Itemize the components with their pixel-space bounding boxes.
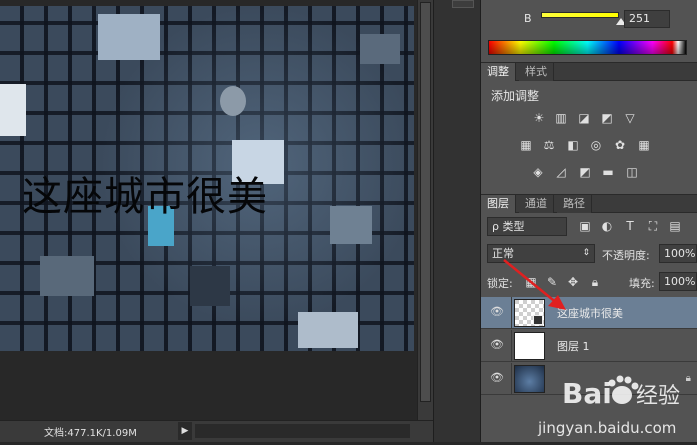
layer-filter-select[interactable]: ρ 类型 [487,217,567,236]
selective-color-icon[interactable]: ◫ [624,165,640,179]
canvas-text-layer[interactable]: 这座城市很美 [22,164,268,222]
gradient-map-icon[interactable]: ▬ [600,165,616,179]
eye-icon[interactable]: 👁︎ [489,339,505,351]
fill-label: 填充: [629,277,655,290]
invert-icon[interactable]: ◈ [530,165,546,179]
layer-name[interactable]: 图层 1 [557,338,590,354]
scrollbar-thumb[interactable] [420,2,431,402]
opacity-input[interactable]: 100% [659,244,697,263]
black-white-icon[interactable]: ◧ [565,138,581,152]
watermark-brand: Bai [562,377,612,410]
shape-filter-icon[interactable]: ⛶ [645,219,661,233]
smart-object-badge-icon [533,315,543,325]
channel-mixer-icon[interactable]: ✿ [612,138,628,152]
watermark-url: jingyan.baidu.com [537,419,676,437]
building [190,266,230,306]
horizontal-scrollbar[interactable] [195,424,410,438]
layer-row[interactable]: 👁︎ 图层 1 [481,330,697,362]
color-panel: B 251 [481,0,697,62]
hue-saturation-icon[interactable]: ▦ [518,138,534,152]
blend-mode-select[interactable]: 正常 ⇕ [487,244,595,263]
divider [511,363,512,395]
building [330,206,372,244]
chevron-updown-icon: ⇕ [582,248,590,258]
blend-mode-value: 正常 [492,247,514,260]
curves-icon[interactable]: ◪ [576,111,592,125]
blue-channel-value[interactable]: 251 [624,10,670,28]
opacity-label: 不透明度: [602,249,650,262]
posterize-icon[interactable]: ◿ [553,165,569,179]
type-filter-icon[interactable]: T [622,219,638,233]
document-size-info: 文档:477.1K/1.09M [44,428,137,439]
tab-styles[interactable]: 样式 [519,63,554,81]
vibrance-icon[interactable]: ▽ [622,111,638,125]
fill-input[interactable]: 100% [659,272,697,291]
canvas-image[interactable]: 这座城市很美 [0,6,414,351]
layer-row[interactable]: 👁︎ 这座城市很美 [481,297,697,329]
collapsed-panel-strip [433,0,481,442]
paw-logo-icon [608,375,639,404]
status-bar: 文档:477.1K/1.09M ▶ [0,420,433,442]
panel-dock-button[interactable] [452,0,474,8]
tab-layers[interactable]: 图层 [481,195,516,213]
layer-thumbnail [514,299,545,327]
tab-adjustments[interactable]: 调整 [481,63,516,81]
lock-image-icon[interactable]: ✎ [544,275,560,289]
color-lookup-icon[interactable]: ▦ [636,138,652,152]
exposure-icon[interactable]: ◩ [599,111,615,125]
building [298,312,358,348]
adjustment-filter-icon[interactable]: ◐ [599,219,615,233]
lock-position-icon[interactable]: ✥ [565,275,581,289]
levels-icon[interactable]: ▥ [553,111,569,125]
blue-channel-label: B [524,12,532,25]
building [40,256,94,296]
layers-tab-row: 图层 通道 路径 [481,194,697,213]
building [220,86,246,116]
divider [511,330,512,362]
brightness-contrast-icon[interactable]: ☀ [531,111,547,125]
eye-icon[interactable]: 👁︎ [489,306,505,318]
adjustments-tab-row: 调整 样式 [481,62,697,81]
tab-paths[interactable]: 路径 [557,195,592,213]
pixel-filter-icon[interactable]: ▣ [577,219,593,233]
color-spectrum[interactable] [488,40,687,55]
building [360,34,400,64]
status-menu-arrow-icon[interactable]: ▶ [178,422,192,440]
threshold-icon[interactable]: ◩ [577,165,593,179]
lock-transparent-icon[interactable]: ▦ [523,275,539,289]
adjustments-title: 添加调整 [491,89,540,103]
document-workspace: 这座城市很美 [0,0,433,420]
layer-name[interactable]: 这座城市很美 [557,305,623,321]
blue-channel-slider[interactable] [541,12,619,18]
tab-channels[interactable]: 通道 [519,195,554,213]
baidu-jingyan-watermark: Bai 经验 jingyan.baidu.com [536,365,696,442]
divider [511,297,512,329]
building [98,14,160,60]
photo-filter-icon[interactable]: ◎ [588,138,604,152]
adjustments-panel: 添加调整 ☀ ▥ ◪ ◩ ▽ ▦ ⚖ ◧ ◎ ✿ ▦ ◈ ◿ ◩ ▬ ◫ [481,81,697,193]
color-balance-icon[interactable]: ⚖ [541,138,557,152]
watermark-brand-cn: 经验 [636,384,680,409]
smart-object-filter-icon[interactable]: ▤ [667,219,683,233]
vertical-scrollbar[interactable] [417,0,433,420]
lock-label: 锁定: [487,277,513,290]
building [0,84,26,136]
lock-all-icon[interactable]: 🔒︎ [587,275,603,289]
layer-thumbnail [514,332,545,360]
eye-icon[interactable]: 👁︎ [489,372,505,384]
